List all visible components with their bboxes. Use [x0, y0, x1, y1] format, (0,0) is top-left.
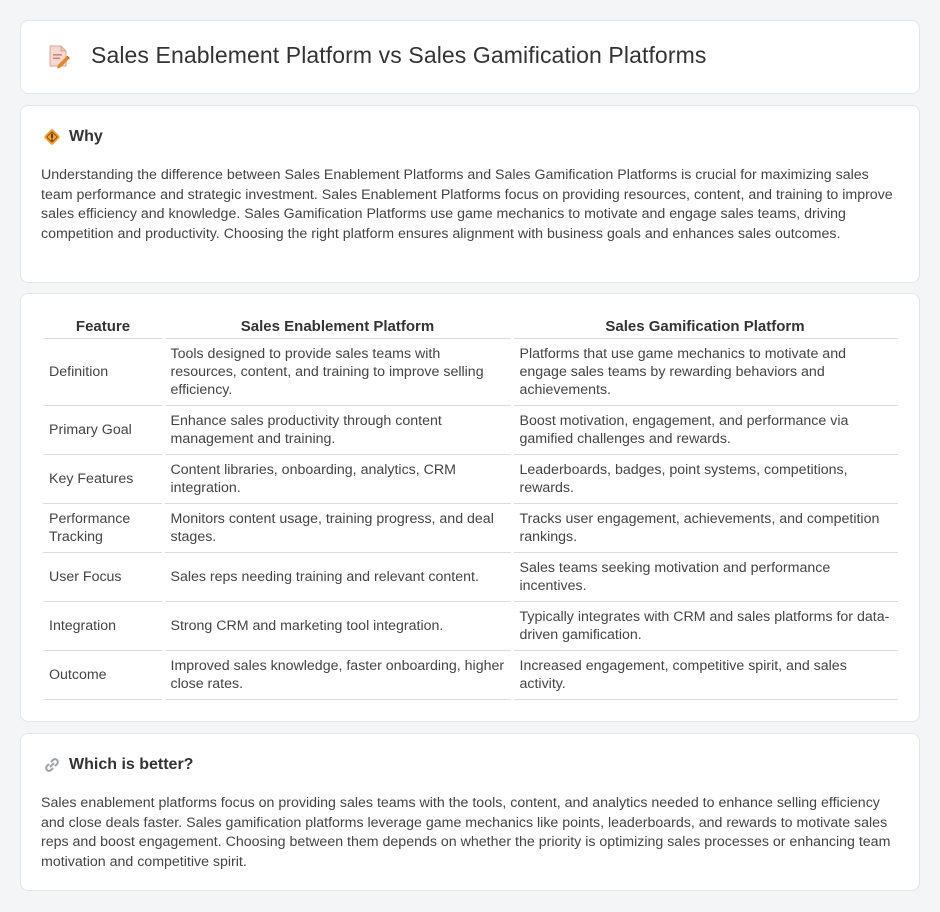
title-row: Sales Enablement Platform vs Sales Gamif… [45, 42, 706, 69]
row-enablement: Enhance sales productivity through conte… [163, 405, 514, 455]
row-enablement: Sales reps needing training and relevant… [163, 552, 514, 602]
comparison-card: Feature Sales Enablement Platform Sales … [20, 293, 920, 722]
row-feature: User Focus [43, 552, 165, 602]
row-enablement: Content libraries, onboarding, analytics… [163, 454, 514, 504]
header-gamification: Sales Gamification Platform [512, 316, 898, 339]
row-feature: Integration [43, 601, 165, 651]
row-gamification: Boost motivation, engagement, and perfor… [512, 405, 898, 455]
better-body: Sales enablement platforms focus on prov… [41, 795, 891, 870]
row-enablement: Monitors content usage, training progres… [163, 503, 514, 553]
table-row: Primary Goal Enhance sales productivity … [43, 405, 898, 455]
header-enablement: Sales Enablement Platform [163, 316, 512, 339]
page-title: Sales Enablement Platform vs Sales Gamif… [91, 42, 707, 68]
better-title: Which is better? [69, 756, 194, 773]
table-row: Performance Tracking Monitors content us… [43, 503, 898, 553]
why-title: Why [69, 128, 103, 145]
row-enablement: Tools designed to provide sales teams wi… [163, 338, 514, 406]
row-gamification: Sales teams seeking motivation and perfo… [512, 552, 898, 602]
row-gamification: Tracks user engagement, achievements, an… [512, 503, 898, 553]
table-row: Integration Strong CRM and marketing too… [43, 601, 898, 651]
table-row: User Focus Sales reps needing training a… [43, 552, 898, 602]
header-card: Sales Enablement Platform vs Sales Gamif… [20, 20, 920, 94]
row-gamification: Leaderboards, badges, point systems, com… [512, 454, 898, 504]
row-feature: Key Features [43, 454, 165, 504]
better-heading: Which is better? [43, 756, 193, 774]
header-feature: Feature [43, 316, 163, 339]
comparison-table: Feature Sales Enablement Platform Sales … [43, 316, 898, 700]
diamond-sign-icon [44, 129, 60, 145]
table-row: Definition Tools designed to provide sal… [43, 338, 898, 406]
why-body: Understanding the difference between Sal… [41, 167, 893, 242]
row-gamification: Platforms that use game mechanics to mot… [512, 338, 898, 406]
table-header-row: Feature Sales Enablement Platform Sales … [43, 316, 898, 339]
row-feature: Outcome [43, 650, 165, 700]
row-feature: Definition [43, 338, 165, 406]
row-gamification: Typically integrates with CRM and sales … [512, 601, 898, 651]
row-gamification: Increased engagement, competitive spirit… [512, 650, 898, 700]
table-row: Key Features Content libraries, onboardi… [43, 454, 898, 504]
why-heading: Why [43, 128, 103, 146]
row-feature: Primary Goal [43, 405, 165, 455]
better-card: Which is better? Sales enablement platfo… [20, 733, 920, 891]
table-row: Outcome Improved sales knowledge, faster… [43, 650, 898, 700]
why-card: Why Understanding the difference between… [20, 105, 920, 283]
row-enablement: Improved sales knowledge, faster onboard… [163, 650, 514, 700]
row-enablement: Strong CRM and marketing tool integratio… [163, 601, 514, 651]
link-icon [45, 758, 59, 772]
document-pencil-icon [49, 45, 70, 68]
row-feature: Performance Tracking [43, 503, 165, 553]
